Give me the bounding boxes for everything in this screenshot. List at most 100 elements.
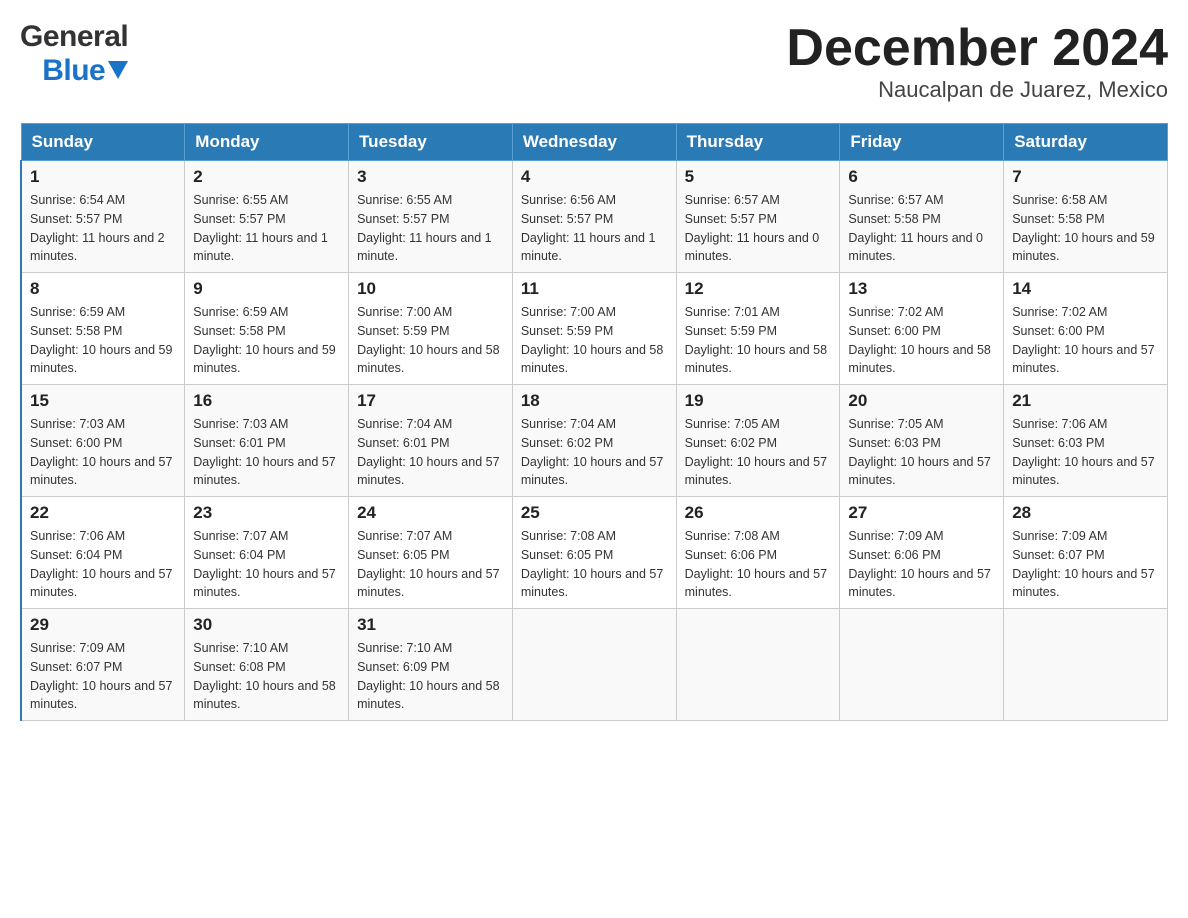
day-number: 1: [30, 167, 176, 187]
calendar-cell: 21 Sunrise: 7:06 AMSunset: 6:03 PMDayligh…: [1004, 385, 1168, 497]
calendar-cell: 11 Sunrise: 7:00 AMSunset: 5:59 PMDayligh…: [512, 273, 676, 385]
day-info: Sunrise: 7:04 AMSunset: 6:02 PMDaylight:…: [521, 415, 668, 490]
day-info: Sunrise: 7:05 AMSunset: 6:02 PMDaylight:…: [685, 415, 832, 490]
calendar-cell: 4 Sunrise: 6:56 AMSunset: 5:57 PMDaylight…: [512, 161, 676, 273]
day-info: Sunrise: 6:55 AMSunset: 5:57 PMDaylight:…: [357, 191, 504, 266]
day-number: 10: [357, 279, 504, 299]
calendar-table: SundayMondayTuesdayWednesdayThursdayFrid…: [20, 123, 1168, 721]
day-number: 5: [685, 167, 832, 187]
day-info: Sunrise: 7:07 AMSunset: 6:04 PMDaylight:…: [193, 527, 340, 602]
col-header-wednesday: Wednesday: [512, 124, 676, 161]
calendar-cell: 7Sunrise: 6:58 AMSunset: 5:58 PMDaylight…: [1004, 161, 1168, 273]
day-number: 14: [1012, 279, 1159, 299]
calendar-cell: 25 Sunrise: 7:08 AMSunset: 6:05 PMDayligh…: [512, 497, 676, 609]
page-header: General Blue December 2024 Naucalpan de …: [20, 20, 1168, 103]
calendar-cell: 29Sunrise: 7:09 AMSunset: 6:07 PMDayligh…: [21, 609, 185, 721]
month-title: December 2024: [786, 20, 1168, 77]
day-info: Sunrise: 7:07 AMSunset: 6:05 PMDaylight:…: [357, 527, 504, 602]
calendar-header: SundayMondayTuesdayWednesdayThursdayFrid…: [21, 124, 1168, 161]
calendar-week-3: 15Sunrise: 7:03 AMSunset: 6:00 PMDayligh…: [21, 385, 1168, 497]
calendar-cell: 19Sunrise: 7:05 AMSunset: 6:02 PMDayligh…: [676, 385, 840, 497]
calendar-cell: 18 Sunrise: 7:04 AMSunset: 6:02 PMDayligh…: [512, 385, 676, 497]
day-number: 11: [521, 279, 668, 299]
day-info: Sunrise: 7:04 AMSunset: 6:01 PMDaylight:…: [357, 415, 504, 490]
day-info: Sunrise: 7:09 AMSunset: 6:07 PMDaylight:…: [1012, 527, 1159, 602]
calendar-cell: 3Sunrise: 6:55 AMSunset: 5:57 PMDaylight…: [349, 161, 513, 273]
day-info: Sunrise: 7:03 AMSunset: 6:01 PMDaylight:…: [193, 415, 340, 490]
day-info: Sunrise: 6:54 AMSunset: 5:57 PMDaylight:…: [30, 191, 176, 266]
day-number: 4: [521, 167, 668, 187]
calendar-cell: 17 Sunrise: 7:04 AMSunset: 6:01 PMDayligh…: [349, 385, 513, 497]
calendar-cell: 1 Sunrise: 6:54 AMSunset: 5:57 PMDaylight…: [21, 161, 185, 273]
day-number: 9: [193, 279, 340, 299]
calendar-body: 1 Sunrise: 6:54 AMSunset: 5:57 PMDaylight…: [21, 161, 1168, 721]
day-number: 16: [193, 391, 340, 411]
day-info: Sunrise: 7:06 AMSunset: 6:04 PMDaylight:…: [30, 527, 176, 602]
col-header-monday: Monday: [185, 124, 349, 161]
day-info: Sunrise: 7:09 AMSunset: 6:07 PMDaylight:…: [30, 639, 176, 714]
day-info: Sunrise: 6:56 AMSunset: 5:57 PMDaylight:…: [521, 191, 668, 266]
day-number: 6: [848, 167, 995, 187]
calendar-cell: 10 Sunrise: 7:00 AMSunset: 5:59 PMDayligh…: [349, 273, 513, 385]
logo-icon: General Blue: [20, 20, 128, 88]
day-info: Sunrise: 7:00 AMSunset: 5:59 PMDaylight:…: [357, 303, 504, 378]
day-number: 18: [521, 391, 668, 411]
calendar-week-4: 22Sunrise: 7:06 AMSunset: 6:04 PMDayligh…: [21, 497, 1168, 609]
calendar-cell: 20 Sunrise: 7:05 AMSunset: 6:03 PMDayligh…: [840, 385, 1004, 497]
logo-arrow-icon: [108, 61, 128, 81]
calendar-cell: 27Sunrise: 7:09 AMSunset: 6:06 PMDayligh…: [840, 497, 1004, 609]
calendar-cell: 12Sunrise: 7:01 AMSunset: 5:59 PMDayligh…: [676, 273, 840, 385]
logo-general-text: General: [20, 20, 128, 54]
day-info: Sunrise: 7:02 AMSunset: 6:00 PMDaylight:…: [1012, 303, 1159, 378]
header-row: SundayMondayTuesdayWednesdayThursdayFrid…: [21, 124, 1168, 161]
calendar-cell: 9 Sunrise: 6:59 AMSunset: 5:58 PMDaylight…: [185, 273, 349, 385]
day-number: 30: [193, 615, 340, 635]
calendar-cell: [676, 609, 840, 721]
day-info: Sunrise: 7:08 AMSunset: 6:06 PMDaylight:…: [685, 527, 832, 602]
day-info: Sunrise: 6:55 AMSunset: 5:57 PMDaylight:…: [193, 191, 340, 266]
calendar-cell: 22Sunrise: 7:06 AMSunset: 6:04 PMDayligh…: [21, 497, 185, 609]
day-info: Sunrise: 6:57 AMSunset: 5:57 PMDaylight:…: [685, 191, 832, 266]
col-header-sunday: Sunday: [21, 124, 185, 161]
col-header-saturday: Saturday: [1004, 124, 1168, 161]
day-info: Sunrise: 6:57 AMSunset: 5:58 PMDaylight:…: [848, 191, 995, 266]
logo: General Blue: [20, 20, 130, 88]
day-number: 2: [193, 167, 340, 187]
day-info: Sunrise: 7:05 AMSunset: 6:03 PMDaylight:…: [848, 415, 995, 490]
col-header-friday: Friday: [840, 124, 1004, 161]
calendar-cell: 5 Sunrise: 6:57 AMSunset: 5:57 PMDaylight…: [676, 161, 840, 273]
day-info: Sunrise: 7:00 AMSunset: 5:59 PMDaylight:…: [521, 303, 668, 378]
calendar-cell: 15Sunrise: 7:03 AMSunset: 6:00 PMDayligh…: [21, 385, 185, 497]
day-info: Sunrise: 7:10 AMSunset: 6:09 PMDaylight:…: [357, 639, 504, 714]
day-number: 12: [685, 279, 832, 299]
day-info: Sunrise: 7:10 AMSunset: 6:08 PMDaylight:…: [193, 639, 340, 714]
day-number: 21: [1012, 391, 1159, 411]
day-number: 25: [521, 503, 668, 523]
calendar-week-1: 1 Sunrise: 6:54 AMSunset: 5:57 PMDaylight…: [21, 161, 1168, 273]
calendar-cell: 23 Sunrise: 7:07 AMSunset: 6:04 PMDayligh…: [185, 497, 349, 609]
day-info: Sunrise: 7:08 AMSunset: 6:05 PMDaylight:…: [521, 527, 668, 602]
day-number: 20: [848, 391, 995, 411]
location-subtitle: Naucalpan de Juarez, Mexico: [786, 77, 1168, 103]
day-number: 27: [848, 503, 995, 523]
title-block: December 2024 Naucalpan de Juarez, Mexic…: [786, 20, 1168, 103]
day-number: 31: [357, 615, 504, 635]
calendar-cell: 2 Sunrise: 6:55 AMSunset: 5:57 PMDaylight…: [185, 161, 349, 273]
calendar-week-2: 8Sunrise: 6:59 AMSunset: 5:58 PMDaylight…: [21, 273, 1168, 385]
calendar-cell: 6 Sunrise: 6:57 AMSunset: 5:58 PMDaylight…: [840, 161, 1004, 273]
day-number: 24: [357, 503, 504, 523]
day-info: Sunrise: 6:58 AMSunset: 5:58 PMDaylight:…: [1012, 191, 1159, 266]
calendar-cell: 24 Sunrise: 7:07 AMSunset: 6:05 PMDayligh…: [349, 497, 513, 609]
day-number: 13: [848, 279, 995, 299]
calendar-cell: [1004, 609, 1168, 721]
day-info: Sunrise: 6:59 AMSunset: 5:58 PMDaylight:…: [193, 303, 340, 378]
day-number: 28: [1012, 503, 1159, 523]
calendar-week-5: 29Sunrise: 7:09 AMSunset: 6:07 PMDayligh…: [21, 609, 1168, 721]
col-header-thursday: Thursday: [676, 124, 840, 161]
day-number: 15: [30, 391, 176, 411]
day-info: Sunrise: 7:06 AMSunset: 6:03 PMDaylight:…: [1012, 415, 1159, 490]
day-number: 17: [357, 391, 504, 411]
day-number: 23: [193, 503, 340, 523]
day-info: Sunrise: 7:02 AMSunset: 6:00 PMDaylight:…: [848, 303, 995, 378]
logo-blue-text: Blue: [42, 54, 105, 88]
